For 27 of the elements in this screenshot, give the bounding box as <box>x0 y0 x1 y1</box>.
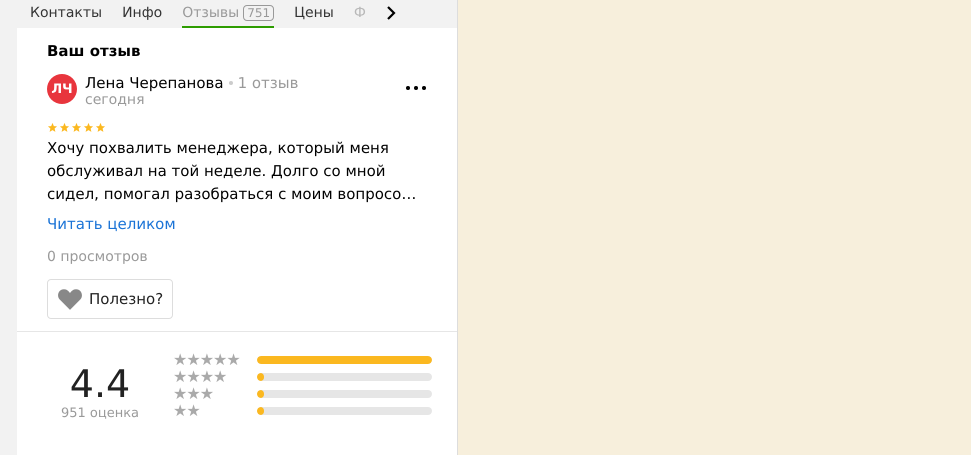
reviews-count: 1 отзыв <box>238 74 298 92</box>
star-icon <box>47 122 58 133</box>
tab[interactable]: Контакты <box>30 0 102 29</box>
review-text: Хочу похвалить менеджера, который меня обслуживал на той неделе. Долго со мной сидел, помогал разобраться с моим вопросо… <box>47 138 418 205</box>
helpful-button[interactable]: Полезно? <box>47 279 174 319</box>
section-heading: Ваш отзыв <box>47 42 142 60</box>
star-label: ★★★★★ <box>173 352 241 367</box>
star-label: ★★ <box>173 403 201 418</box>
separator-dot <box>228 81 233 85</box>
tab[interactable]: Инфо <box>122 0 162 29</box>
review-count: 751 <box>243 5 274 21</box>
star-icon <box>71 122 82 133</box>
views-count: 0 просмотров <box>47 249 149 265</box>
star-icon <box>95 122 106 133</box>
star-label: ★★★★ <box>173 369 228 384</box>
tab[interactable]: Цены <box>294 0 334 29</box>
avatar: ЛЧ <box>47 74 77 104</box>
average-rating: 4.4 <box>70 362 130 406</box>
review-date: сегодня <box>85 92 146 108</box>
star-icon <box>83 122 94 133</box>
star-label: ★★★ <box>173 386 214 401</box>
chevron-right-icon[interactable] <box>386 6 396 20</box>
heart-icon <box>57 287 83 311</box>
star-icon <box>59 122 70 133</box>
ratings-count: 951 оценка <box>60 406 140 421</box>
read-more-link[interactable]: Читать целиком <box>47 215 176 233</box>
author-name[interactable]: Лена Черепанова <box>85 74 224 92</box>
